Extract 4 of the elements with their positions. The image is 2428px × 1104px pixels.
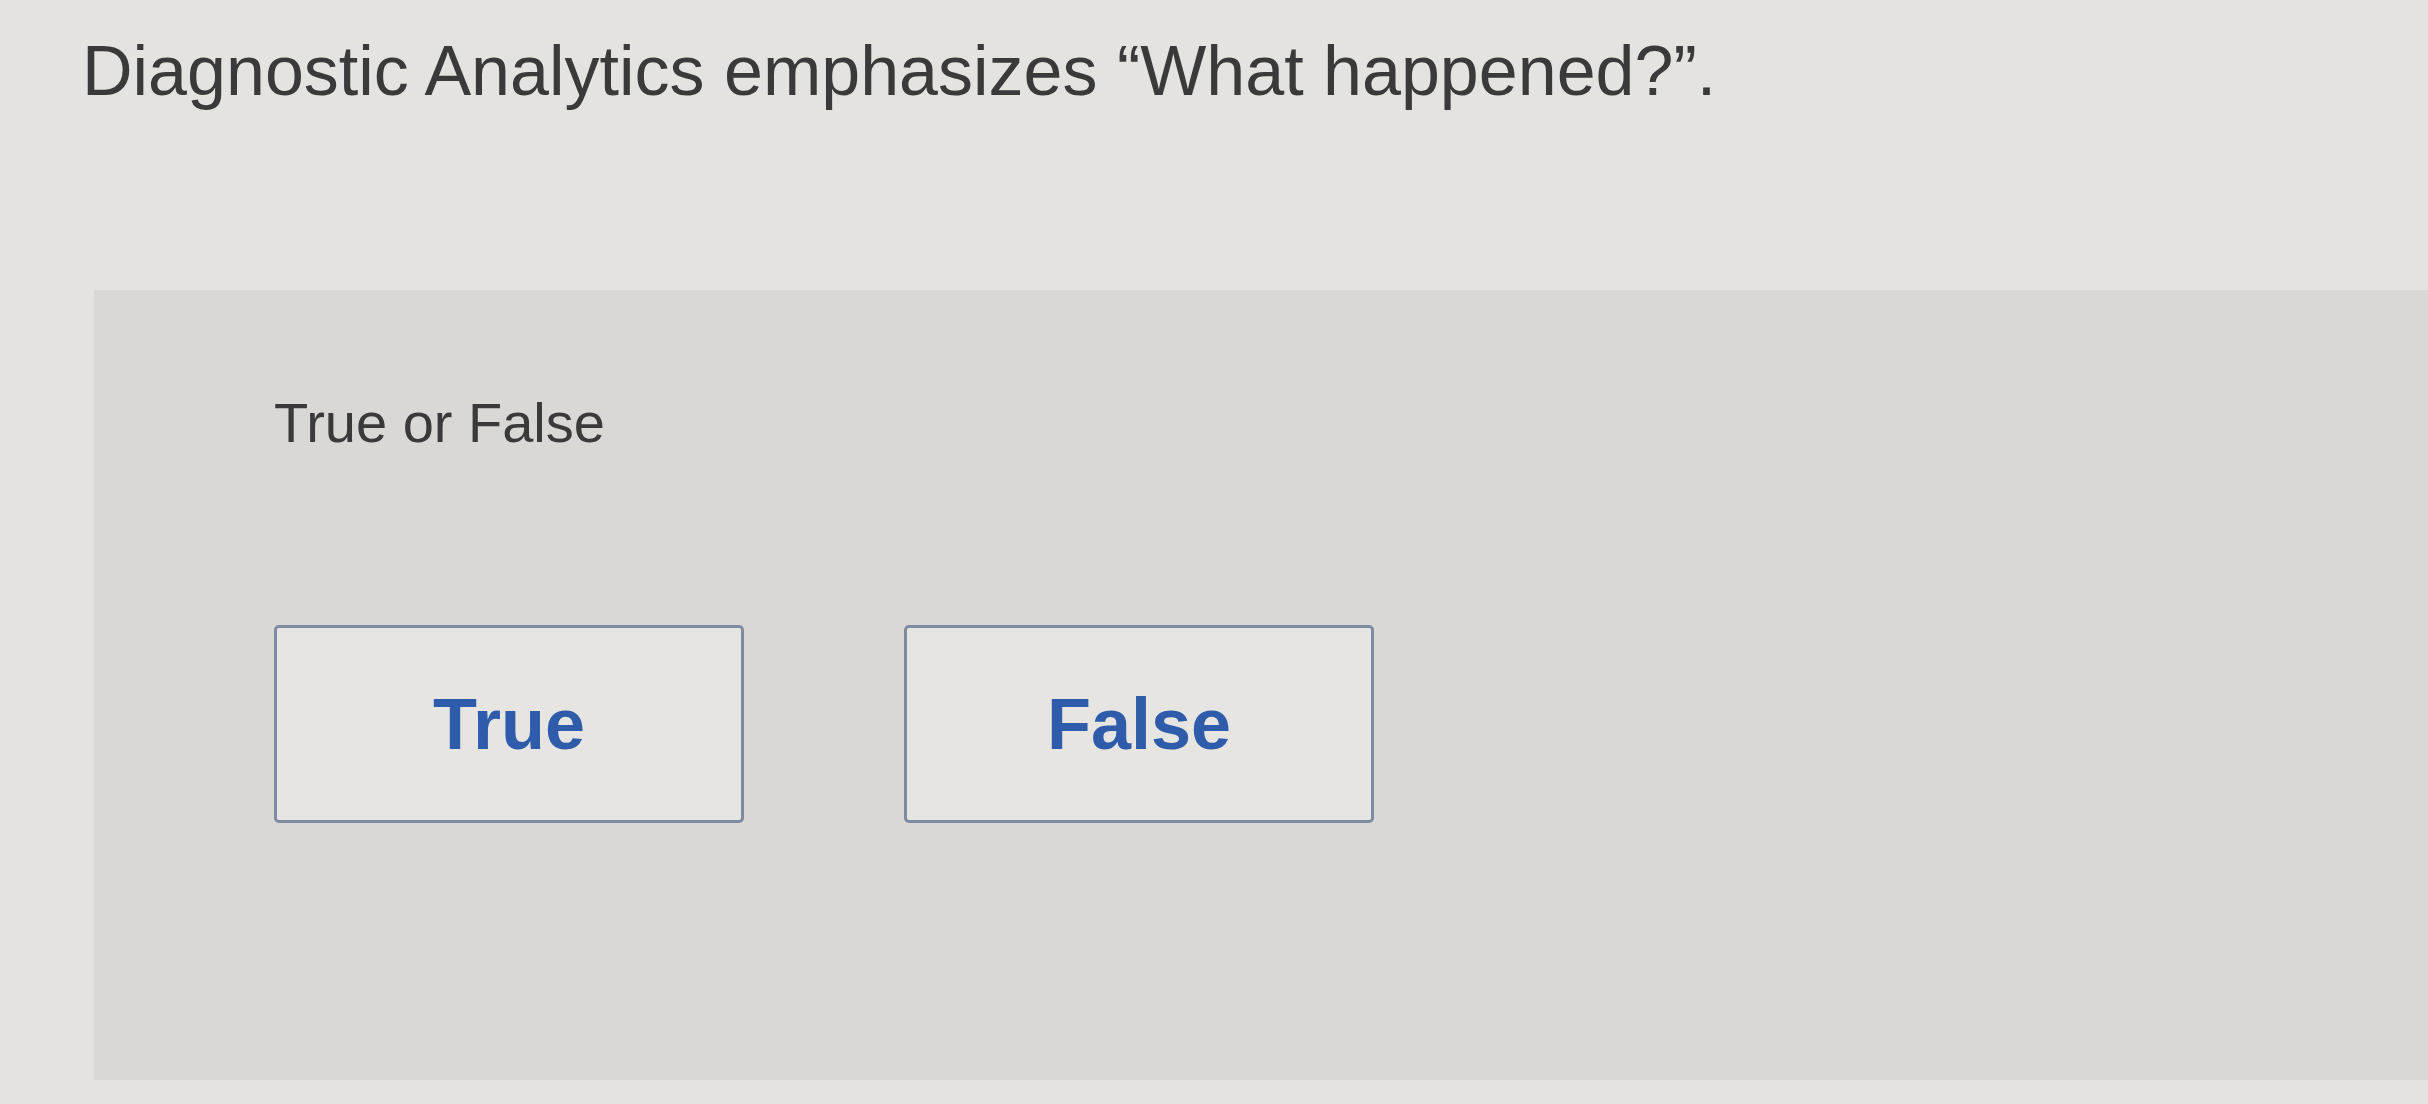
question-text: Diagnostic Analytics emphasizes “What happened?”. <box>82 31 1717 112</box>
answer-option-button[interactable]: False <box>904 625 1374 823</box>
instruction-text: True or False <box>274 390 605 455</box>
answer-option-button[interactable]: True <box>274 625 744 823</box>
